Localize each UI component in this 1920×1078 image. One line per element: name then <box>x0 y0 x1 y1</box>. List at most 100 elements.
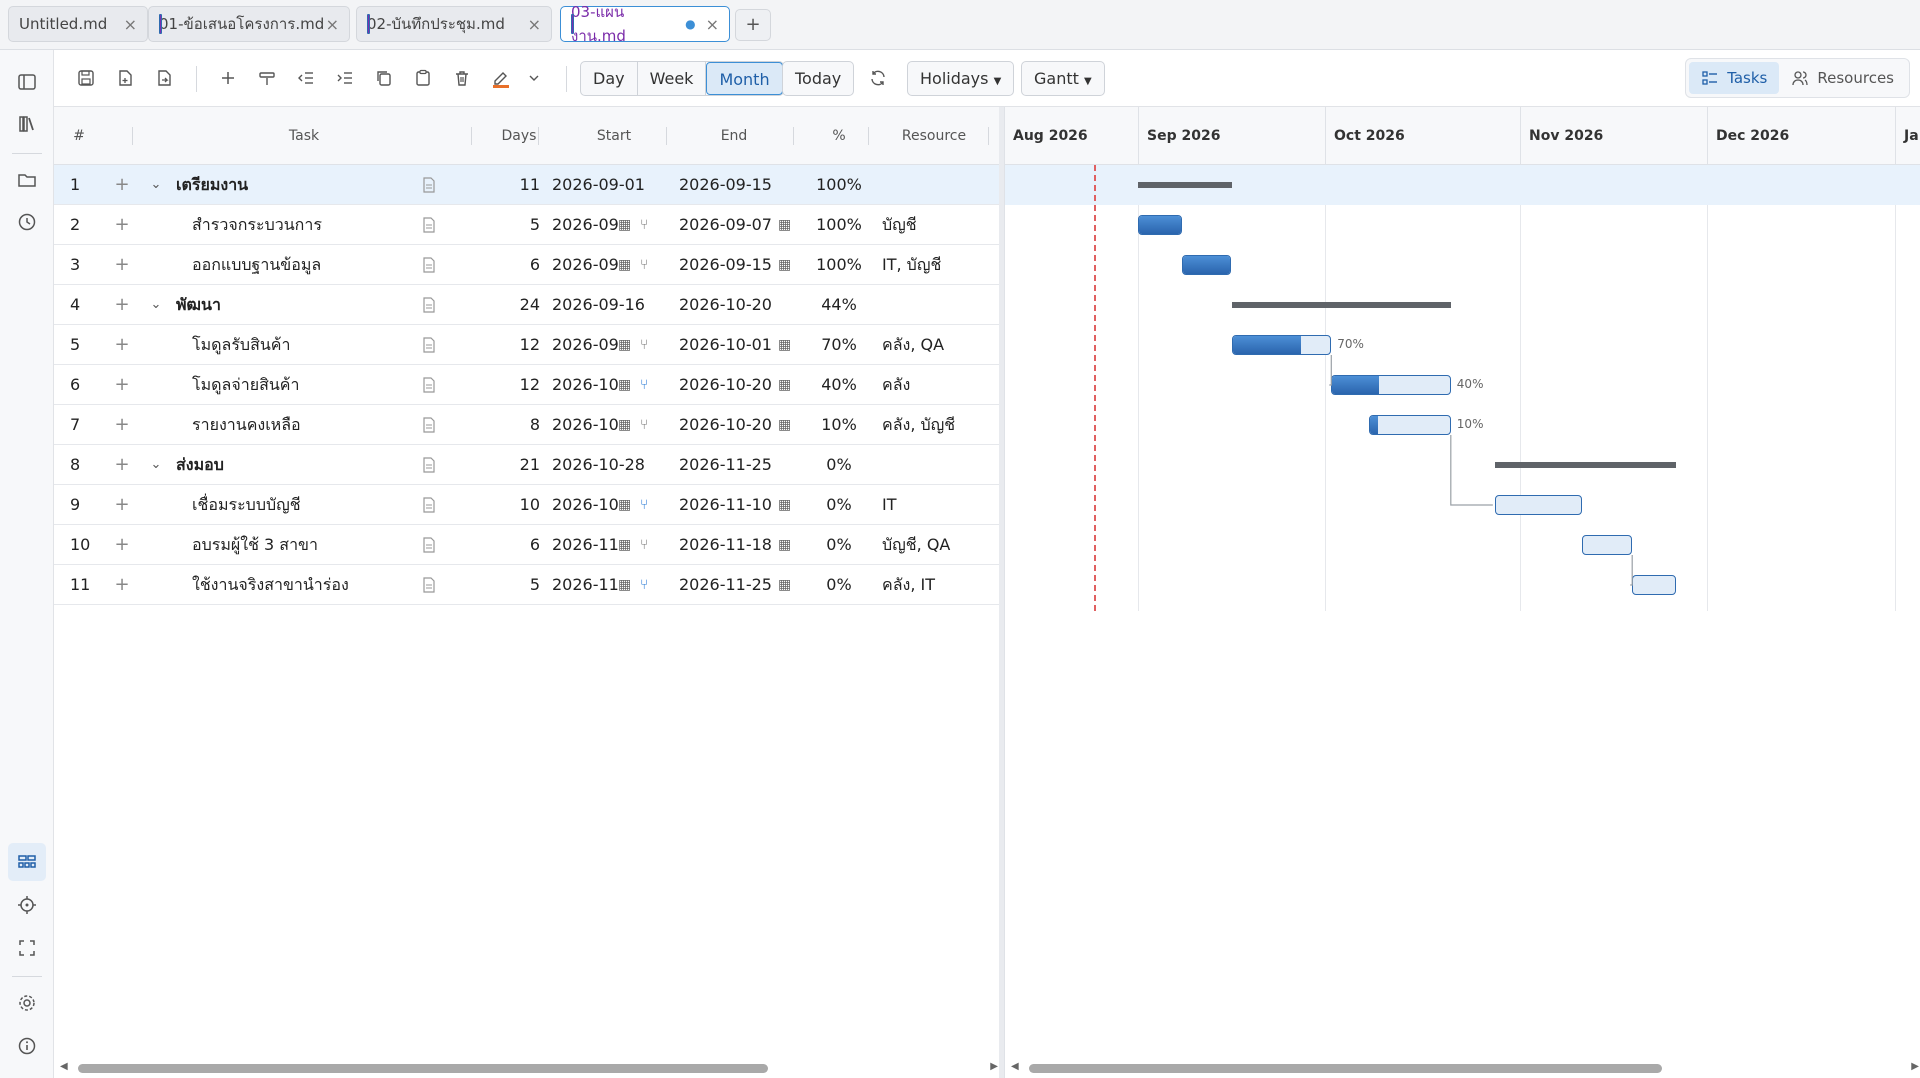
tab-3[interactable]: 02-บันทึกประชุม.md × <box>356 6 552 42</box>
task-start[interactable]: 2026-10-02 <box>552 365 618 405</box>
start-calendar-icon[interactable]: ▦ <box>618 325 636 365</box>
task-resource[interactable]: คลัง <box>882 365 992 405</box>
note-icon[interactable] <box>422 205 442 245</box>
add-task-icon[interactable] <box>216 66 240 90</box>
task-start[interactable]: 2026-10-28 <box>552 485 618 525</box>
note-icon[interactable] <box>422 245 442 285</box>
note-icon[interactable] <box>422 285 442 325</box>
task-name[interactable]: ส่งมอบ <box>176 445 416 485</box>
tab-4[interactable]: 03-แผนงาน.md ● × <box>560 3 730 45</box>
add-subtask-icon[interactable]: + <box>110 205 134 245</box>
task-end[interactable]: 2026-09-15 <box>679 165 779 205</box>
group-row[interactable]: 4 + ⌄ พัฒนา 24 2026-09-16 2026-10-20 44% <box>54 285 999 325</box>
toggle-panel-icon[interactable] <box>13 68 41 96</box>
note-icon[interactable] <box>422 445 442 485</box>
col-end-header[interactable]: End <box>684 107 784 165</box>
task-bar[interactable] <box>1582 535 1633 555</box>
add-subtask-icon[interactable]: + <box>110 365 134 405</box>
close-tab-icon[interactable]: × <box>528 15 541 34</box>
col-start-header[interactable]: Start <box>564 107 664 165</box>
scroll-left-arrow-icon[interactable]: ◀ <box>1011 1061 1019 1072</box>
task-end[interactable]: 2026-11-10 <box>679 485 779 525</box>
table-row[interactable]: 2+สำรวจกระบวนการ52026-09-01▦⑂2026-09-07▦… <box>54 205 999 245</box>
gantt-horizontal-scrollbar[interactable]: ◀ ▶ <box>1011 1061 1919 1075</box>
task-progress[interactable]: 0% <box>814 485 864 525</box>
gantt-scroll-thumb[interactable] <box>1029 1064 1662 1073</box>
task-progress[interactable]: 10% <box>814 405 864 445</box>
task-progress[interactable]: 0% <box>814 445 864 485</box>
task-progress[interactable]: 100% <box>814 245 864 285</box>
task-resource[interactable]: บัญชี <box>882 205 992 245</box>
task-name[interactable]: โมดูลจ่ายสินค้า <box>192 365 432 405</box>
task-end[interactable]: 2026-11-18 <box>679 525 779 565</box>
indent-icon[interactable] <box>333 66 357 90</box>
note-icon[interactable] <box>422 405 442 445</box>
add-subtask-icon[interactable]: + <box>110 565 134 605</box>
new-tab-button[interactable]: + <box>735 9 771 41</box>
end-calendar-icon[interactable]: ▦ <box>778 405 796 445</box>
task-start[interactable]: 2026-10-28 <box>552 445 662 485</box>
group-row[interactable]: 1 + ⌄ เตรียมงาน 11 2026-09-01 2026-09-15 100% <box>54 165 999 205</box>
task-bar[interactable] <box>1331 375 1451 395</box>
tab-2[interactable]: 01-ข้อเสนอโครงการ.md × <box>148 6 350 42</box>
scale-month-button[interactable]: Month <box>706 62 783 95</box>
start-calendar-icon[interactable]: ▦ <box>618 365 636 405</box>
col-task-header[interactable]: Task <box>254 107 354 165</box>
task-name[interactable]: ใช้งานจริงสาขานำร่อง <box>192 565 432 605</box>
add-subtask-icon[interactable]: + <box>110 245 134 285</box>
task-start[interactable]: 2026-09-01 <box>552 205 618 245</box>
end-calendar-icon[interactable]: ▦ <box>778 565 796 605</box>
task-resource[interactable] <box>882 165 992 205</box>
end-calendar-icon[interactable]: ▦ <box>778 205 796 245</box>
task-name[interactable]: เชื่อมระบบบัญชี <box>192 485 432 525</box>
grid-scroll-thumb[interactable] <box>78 1064 768 1073</box>
task-name[interactable]: ออกแบบฐานข้อมูล <box>192 245 432 285</box>
task-bar[interactable] <box>1231 335 1332 355</box>
task-end[interactable]: 2026-10-01 <box>679 325 779 365</box>
dependency-link-icon[interactable]: ⑂ <box>640 365 658 405</box>
note-icon[interactable] <box>422 485 442 525</box>
task-days[interactable]: 24 <box>502 285 540 325</box>
task-progress[interactable]: 44% <box>814 285 864 325</box>
task-name[interactable]: เตรียมงาน <box>176 165 416 205</box>
task-days[interactable]: 12 <box>502 325 540 365</box>
settings-gear-icon[interactable] <box>13 989 41 1017</box>
task-resource[interactable]: คลัง, IT <box>882 565 992 605</box>
task-days[interactable]: 12 <box>502 365 540 405</box>
highlight-color-icon[interactable] <box>489 66 513 90</box>
task-end[interactable]: 2026-11-25 <box>679 565 779 605</box>
chevron-down-icon[interactable] <box>522 66 546 90</box>
new-file-icon[interactable] <box>113 66 137 90</box>
task-days[interactable]: 6 <box>502 525 540 565</box>
table-row[interactable]: 7+รายงานคงเหลือ82026-10-08▦⑂2026-10-20▦1… <box>54 405 999 445</box>
gantt-view-icon[interactable] <box>8 843 46 881</box>
add-subtask-icon[interactable]: + <box>110 405 134 445</box>
task-name[interactable]: สำรวจกระบวนการ <box>192 205 432 245</box>
library-icon[interactable] <box>13 110 41 138</box>
task-resource[interactable]: IT, บัญชี <box>882 245 992 285</box>
insert-row-icon[interactable] <box>255 66 279 90</box>
chevron-down-icon[interactable]: ⌄ <box>146 285 166 325</box>
col-pct-header[interactable]: % <box>809 107 869 165</box>
task-start[interactable]: 2026-11-11 <box>552 525 618 565</box>
note-icon[interactable] <box>422 565 442 605</box>
col-resource-header[interactable]: Resource <box>874 107 994 165</box>
history-icon[interactable] <box>13 208 41 236</box>
chevron-down-icon[interactable]: ⌄ <box>146 165 166 205</box>
task-resource[interactable]: คลัง, QA <box>882 325 992 365</box>
scroll-right-arrow-icon[interactable]: ▶ <box>990 1061 998 1072</box>
task-name[interactable]: โมดูลรับสินค้า <box>192 325 432 365</box>
task-days[interactable]: 8 <box>502 405 540 445</box>
task-bar[interactable] <box>1138 215 1182 235</box>
add-subtask-icon[interactable]: + <box>110 445 134 485</box>
task-progress[interactable]: 0% <box>814 525 864 565</box>
note-icon[interactable] <box>422 365 442 405</box>
dependency-link-icon[interactable]: ⑂ <box>640 245 658 285</box>
end-calendar-icon[interactable]: ▦ <box>778 325 796 365</box>
task-resource[interactable]: คลัง, บัญชี <box>882 405 992 445</box>
task-resource[interactable]: บัญชี, QA <box>882 525 992 565</box>
dependency-link-icon[interactable]: ⑂ <box>640 205 658 245</box>
scroll-left-arrow-icon[interactable]: ◀ <box>60 1061 68 1072</box>
task-days[interactable]: 5 <box>502 205 540 245</box>
paste-icon[interactable] <box>411 66 435 90</box>
